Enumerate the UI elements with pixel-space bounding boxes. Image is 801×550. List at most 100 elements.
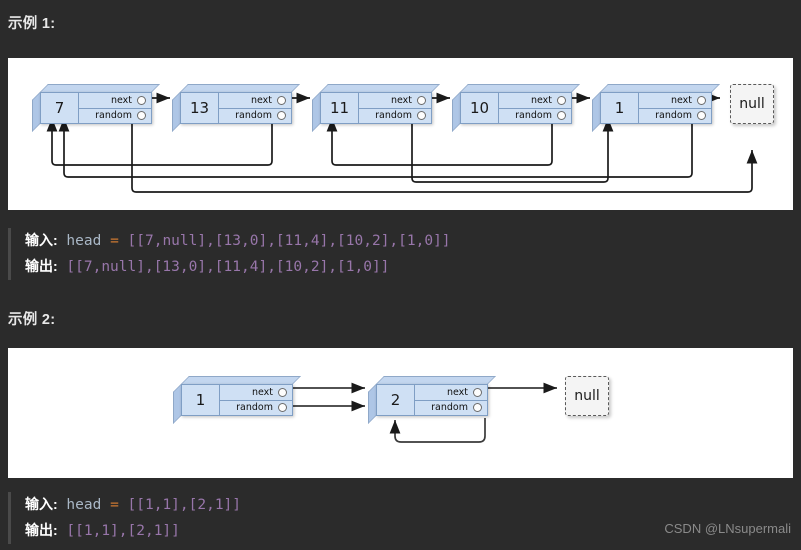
random-pointer-dot <box>278 403 287 413</box>
node-pointer-cells: next random <box>79 93 151 123</box>
list-node: 11 next random <box>312 84 440 132</box>
node-random-row: random <box>219 109 291 124</box>
node-front-face: 10 next random <box>460 92 572 124</box>
node-next-row: next <box>499 93 571 109</box>
example-1-output-line: 输出: [[7,null],[13,0],[11,4],[10,2],[1,0]… <box>25 254 451 280</box>
node-front-face: 2 next random <box>376 384 488 416</box>
node-left-face <box>452 92 460 132</box>
page-root: 示例 1: 7 next random 13 next random 11 ne… <box>0 0 801 550</box>
node-front-face: 1 next random <box>181 384 293 416</box>
node-left-face <box>173 384 181 424</box>
output-label: 输出: <box>25 258 58 274</box>
random-pointer-dot <box>697 111 706 121</box>
input-value: [[7,null],[13,0],[11,4],[10,2],[1,0]] <box>127 233 451 249</box>
input-label: 输入: <box>25 496 58 512</box>
list-node: 1 next random <box>592 84 720 132</box>
input-var: head <box>66 497 102 513</box>
example-2-title: 示例 2: <box>8 312 56 328</box>
random-pointer-dot <box>473 403 482 413</box>
node-random-row: random <box>79 109 151 124</box>
node-left-face <box>592 92 600 132</box>
node-top-face <box>40 84 160 92</box>
random-pointer-dot <box>277 111 286 121</box>
node-next-row: next <box>79 93 151 109</box>
next-pointer-dot <box>278 387 287 397</box>
node-next-label: next <box>530 94 552 106</box>
node-top-face <box>460 84 580 92</box>
node-random-label: random <box>236 402 273 414</box>
node-front-face: 13 next random <box>180 92 292 124</box>
next-pointer-dot <box>277 95 286 105</box>
node-random-row: random <box>415 401 487 416</box>
node-next-label: next <box>670 94 692 106</box>
node-next-row: next <box>639 93 711 109</box>
example-1-input-line: 输入: head = [[7,null],[13,0],[11,4],[10,2… <box>25 228 451 254</box>
input-equals: = <box>110 497 119 513</box>
list-node: 7 next random <box>32 84 160 132</box>
random-pointer-dot <box>417 111 426 121</box>
node-value: 1 <box>601 93 639 123</box>
example-1-diagram-panel: 7 next random 13 next random 11 next ran… <box>8 58 793 210</box>
node-left-face <box>172 92 180 132</box>
list-node: 10 next random <box>452 84 580 132</box>
node-random-row: random <box>220 401 292 416</box>
input-equals: = <box>110 233 119 249</box>
next-pointer-dot <box>137 95 146 105</box>
node-pointer-cells: next random <box>499 93 571 123</box>
node-random-label: random <box>431 402 468 414</box>
node-front-face: 1 next random <box>600 92 712 124</box>
output-value: [[7,null],[13,0],[11,4],[10,2],[1,0]] <box>66 259 390 275</box>
node-random-row: random <box>499 109 571 124</box>
node-left-face <box>368 384 376 424</box>
example-2-io-block: 输入: head = [[1,1],[2,1]] 输出: [[1,1],[2,1… <box>8 492 241 544</box>
node-front-face: 7 next random <box>40 92 152 124</box>
list-node: 1 next random <box>173 376 301 424</box>
random-pointer-dot <box>557 111 566 121</box>
node-random-label: random <box>235 110 272 122</box>
node-random-label: random <box>95 110 132 122</box>
list-node: 2 next random <box>368 376 496 424</box>
random-pointer-dot <box>137 111 146 121</box>
output-value: [[1,1],[2,1]] <box>66 523 180 539</box>
node-next-row: next <box>220 385 292 401</box>
node-next-row: next <box>359 93 431 109</box>
input-var: head <box>66 233 102 249</box>
node-random-label: random <box>655 110 692 122</box>
node-pointer-cells: next random <box>639 93 711 123</box>
null-terminator-box: null <box>565 376 609 416</box>
node-pointer-cells: next random <box>359 93 431 123</box>
node-next-row: next <box>219 93 291 109</box>
example-1-title: 示例 1: <box>8 16 56 32</box>
node-random-row: random <box>359 109 431 124</box>
watermark: CSDN @LNsupermali <box>664 521 791 536</box>
node-random-row: random <box>639 109 711 124</box>
output-label: 输出: <box>25 522 58 538</box>
node-pointer-cells: next random <box>415 385 487 415</box>
node-top-face <box>376 376 496 384</box>
node-left-face <box>32 92 40 132</box>
node-pointer-cells: next random <box>220 385 292 415</box>
node-next-label: next <box>110 94 132 106</box>
node-left-face <box>312 92 320 132</box>
node-value: 11 <box>321 93 359 123</box>
node-front-face: 11 next random <box>320 92 432 124</box>
input-value: [[1,1],[2,1]] <box>127 497 242 513</box>
next-pointer-dot <box>417 95 426 105</box>
example-1-arrows <box>46 92 758 193</box>
node-pointer-cells: next random <box>219 93 291 123</box>
node-value: 7 <box>41 93 79 123</box>
node-random-label: random <box>515 110 552 122</box>
node-top-face <box>320 84 440 92</box>
node-next-label: next <box>446 386 468 398</box>
next-pointer-dot <box>557 95 566 105</box>
next-pointer-dot <box>697 95 706 105</box>
node-top-face <box>181 376 301 384</box>
node-next-label: next <box>251 386 273 398</box>
node-next-label: next <box>250 94 272 106</box>
node-next-row: next <box>415 385 487 401</box>
node-value: 1 <box>182 385 220 415</box>
node-top-face <box>600 84 720 92</box>
node-value: 13 <box>181 93 219 123</box>
example-2-output-line: 输出: [[1,1],[2,1]] <box>25 518 241 544</box>
node-top-face <box>180 84 300 92</box>
